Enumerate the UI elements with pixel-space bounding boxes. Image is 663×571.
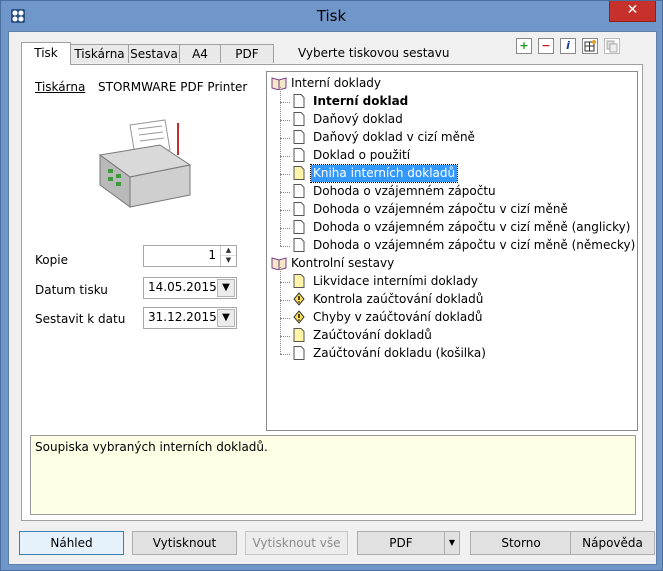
- tree-connector: [280, 228, 290, 229]
- title-bar[interactable]: Tisk ✕: [1, 1, 662, 31]
- tree-connector: [280, 354, 290, 355]
- tree-item-label: Dohoda o vzájemném zápočtu v cizí měně (…: [313, 238, 636, 252]
- document-icon: [293, 202, 305, 216]
- kopie-label: Kopie: [35, 253, 68, 267]
- tree-group-label: Interní doklady: [291, 76, 382, 90]
- tree-connector: [280, 138, 290, 139]
- book-icon: [271, 77, 287, 90]
- datum-tisku-value: 14.05.2015: [148, 280, 217, 294]
- kopie-value: 1: [208, 248, 216, 262]
- close-button[interactable]: ✕: [609, 1, 656, 22]
- vytisknout-vse-button[interactable]: Vytisknout vše: [245, 531, 348, 555]
- tab-a4[interactable]: A4: [179, 44, 221, 63]
- tree-item-label: Likvidace interními doklady: [313, 274, 479, 288]
- tree-connector: [280, 282, 290, 283]
- tree-item-label: Zaúčtování dokladů: [313, 328, 432, 342]
- stepper-down-icon[interactable]: ▼: [221, 256, 236, 265]
- tab-tisk[interactable]: Tisk: [21, 42, 71, 65]
- tree-item-label: Chyby v zaúčtování dokladů: [313, 310, 483, 324]
- storno-button[interactable]: Storno: [470, 531, 572, 555]
- tab-page-tisk: Tiskárna STORMWARE PDF Printer Kopie 1 ▲…: [21, 64, 643, 521]
- tree-connector: [280, 102, 290, 103]
- chevron-down-icon[interactable]: ▼: [217, 309, 235, 327]
- tree-connector: [280, 87, 281, 246]
- nahled-label: Náhled: [50, 536, 93, 550]
- vytisknout-label: Vytisknout: [152, 536, 217, 550]
- tree-connector: [280, 318, 290, 319]
- document-icon: [293, 112, 305, 126]
- tab-tiskarna[interactable]: Tiskárna: [70, 44, 129, 63]
- tree-connector: [280, 210, 290, 211]
- nahled-button[interactable]: Náhled: [19, 531, 124, 555]
- kopie-stepper[interactable]: 1 ▲ ▼: [143, 245, 237, 267]
- tree-connector: [280, 156, 290, 157]
- tree-item-label: Interní doklad: [313, 94, 409, 108]
- tree-item-label: Zaúčtování dokladu (košilka): [313, 346, 486, 360]
- tree-connector: [280, 192, 290, 193]
- tree-item-label: Kniha interních dokladů: [309, 164, 459, 183]
- datum-tisku-label: Datum tisku: [35, 283, 108, 297]
- tree-item-label: Daňový doklad v cizí měně: [313, 130, 475, 144]
- printer-link[interactable]: Tiskárna: [35, 80, 85, 94]
- tree-connector: [280, 267, 281, 354]
- tree-item-label: Dohoda o vzájemném zápočtu v cizí měně (…: [313, 220, 631, 234]
- window-title: Tisk: [316, 7, 347, 25]
- document-icon: [293, 346, 305, 360]
- tree-item-label: Dohoda o vzájemném zápočtu v cizí měně: [313, 202, 568, 216]
- report-description: Soupiska vybraných interních dokladů.: [30, 435, 636, 515]
- remove-icon[interactable]: −: [538, 38, 554, 54]
- napoveda-button[interactable]: Nápověda: [570, 531, 655, 555]
- tab-caption: Vyberte tiskovou sestavu: [298, 46, 450, 60]
- tree-connector: [280, 174, 290, 175]
- sestavit-k-datu-field[interactable]: 31.12.2015 ▼: [143, 307, 237, 329]
- add-icon[interactable]: +: [516, 38, 532, 54]
- tree-connector: [280, 120, 290, 121]
- grid-icon[interactable]: [582, 38, 598, 54]
- dialog-client: Tisk Tiskárna Sestava A4 PDF Vyberte tis…: [8, 31, 657, 565]
- chevron-down-icon[interactable]: ▼: [217, 279, 235, 297]
- printer-name: STORMWARE PDF Printer: [98, 80, 248, 94]
- warning-icon: [293, 310, 305, 324]
- sestavit-value: 31.12.2015: [148, 310, 217, 324]
- document-icon: [293, 220, 305, 234]
- tree-item-label: Dohoda o vzájemném zápočtu: [313, 184, 496, 198]
- warning-icon: [293, 292, 305, 306]
- document-icon: [293, 130, 305, 144]
- tree-group-label: Kontrolní sestavy: [291, 256, 395, 270]
- napoveda-label: Nápověda: [582, 536, 643, 550]
- document-icon: [293, 238, 305, 252]
- tab-pdf[interactable]: PDF: [220, 44, 274, 63]
- print-dialog-window: Tisk ✕ Tisk Tiskárna Sestava A4 PDF Vybe…: [0, 0, 663, 571]
- kopie-arrows: ▲ ▼: [220, 246, 236, 266]
- vytisknout-button[interactable]: Vytisknout: [132, 531, 237, 555]
- tree-item-label: Daňový doklad: [313, 112, 403, 126]
- book-icon: [271, 257, 287, 270]
- tree-connector: [280, 300, 290, 301]
- vytisknout-vse-label: Vytisknout vše: [252, 536, 341, 550]
- yellow-document-icon: [293, 166, 305, 180]
- report-tree[interactable]: Interní doklady Interní doklad Daňový dokl…: [266, 71, 638, 431]
- pdf-button[interactable]: PDF: [357, 531, 445, 555]
- pdf-label: PDF: [389, 536, 413, 550]
- tab-sestava[interactable]: Sestava: [128, 44, 180, 63]
- yellow-document-icon: [293, 274, 305, 288]
- document-icon: [293, 94, 305, 108]
- copy-icon[interactable]: [604, 38, 620, 54]
- sestavit-label: Sestavit k datu: [35, 312, 126, 326]
- tree-connector: [280, 336, 290, 337]
- printer-icon: [98, 119, 192, 208]
- chevron-down-icon[interactable]: ▼: [444, 531, 460, 555]
- info-icon[interactable]: i: [560, 38, 576, 54]
- document-icon: [293, 184, 305, 198]
- storno-label: Storno: [501, 536, 541, 550]
- description-text: Soupiska vybraných interních dokladů.: [35, 440, 268, 454]
- document-icon: [293, 148, 305, 162]
- stepper-up-icon[interactable]: ▲: [221, 246, 236, 256]
- tree-connector: [280, 246, 290, 247]
- tree-item-label: Kontrola zaúčtování dokladů: [313, 292, 484, 306]
- datum-tisku-field[interactable]: 14.05.2015 ▼: [143, 277, 237, 299]
- tree-item-label: Doklad o použití: [313, 148, 411, 162]
- yellow-document-icon: [293, 328, 305, 342]
